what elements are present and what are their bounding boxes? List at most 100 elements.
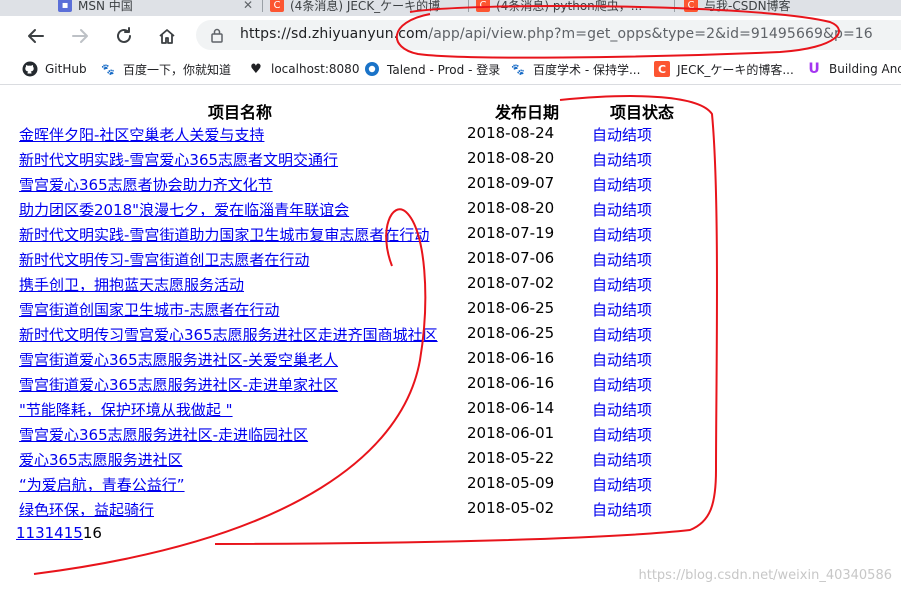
publish-date: 2018-08-20 xyxy=(467,199,555,217)
project-status-link[interactable]: 自动结项 xyxy=(592,174,652,195)
publish-date: 2018-06-25 xyxy=(467,324,555,342)
project-name-link[interactable]: 新时代文明传习-雪宫街道创卫志愿者在行动 xyxy=(19,249,309,270)
bookmarks-bar: GitHub 🐾 百度一下，你就知道 ♥ localhost:8080 Tale… xyxy=(0,54,901,85)
csdn-icon: C xyxy=(684,0,698,12)
header-project-status: 项目状态 xyxy=(610,103,675,122)
tab-csdn-1[interactable]: C (4条消息) JECK_ケーキ的博 xyxy=(270,0,460,16)
project-name-link[interactable]: 雪宫街道爱心365志愿服务进社区-走进单家社区 xyxy=(19,374,338,395)
page-link[interactable]: 14 xyxy=(45,524,64,542)
close-icon[interactable]: ✕ xyxy=(243,0,253,12)
bookmark-label: JECK_ケーキ的博客... xyxy=(677,62,794,77)
url-path: /app/api/view.php?m=get_opps&type=2&id=9… xyxy=(428,26,873,42)
forward-button[interactable] xyxy=(66,22,94,50)
url-text[interactable]: https://sd.zhiyuanyun.com/app/api/view.p… xyxy=(240,26,873,42)
url-host: https://sd.zhiyuanyun.com xyxy=(240,26,429,42)
tab-divider xyxy=(468,0,469,12)
bookmark-baidu[interactable]: 🐾 百度一下，你就知道 xyxy=(100,60,231,78)
baidu-paw-icon: 🐾 xyxy=(511,62,525,76)
udemy-icon: U xyxy=(808,61,820,77)
tab-divider xyxy=(674,0,675,12)
tab-msn[interactable]: ▪ MSN 中国 ✕ xyxy=(58,0,253,16)
table-row: 雪宫街道爱心365志愿服务进社区-走进单家社区 2018-06-16 自动结项 xyxy=(0,374,901,399)
table-row: 新时代文明传习-雪宫街道创卫志愿者在行动 2018-07-06 自动结项 xyxy=(0,249,901,274)
project-name-link[interactable]: 金晖伴夕阳-社区空巢老人关爱与支持 xyxy=(19,124,264,145)
bookmark-label: GitHub xyxy=(45,62,87,76)
project-status-link[interactable]: 自动结项 xyxy=(592,474,652,495)
bookmark-jeck-blog[interactable]: C JECK_ケーキ的博客... xyxy=(654,60,794,78)
back-button[interactable] xyxy=(22,22,50,50)
watermark: https://blog.csdn.net/weixin_40340586 xyxy=(638,568,892,583)
tab-title: MSN 中国 xyxy=(78,0,133,13)
reload-icon xyxy=(117,27,131,43)
bookmark-building-android[interactable]: U Building Andr xyxy=(806,60,901,78)
tab-csdn-3[interactable]: C 与我-CSDN博客 xyxy=(684,0,834,16)
project-status-link[interactable]: 自动结项 xyxy=(592,449,652,470)
project-name-link[interactable]: 新时代文明传习雪宫爱心365志愿服务进社区走进齐国商城社区 xyxy=(19,324,438,345)
talend-icon xyxy=(364,61,380,77)
csdn-icon: C xyxy=(654,61,670,77)
publish-date: 2018-07-06 xyxy=(467,249,555,267)
table-row: 雪宫街道爱心365志愿服务进社区-关爱空巢老人 2018-06-16 自动结项 xyxy=(0,349,901,374)
project-name-link[interactable]: 新时代文明实践-雪宫街道助力国家卫生城市复审志愿者在行动 xyxy=(19,224,429,245)
project-status-link[interactable]: 自动结项 xyxy=(592,249,652,270)
project-status-link[interactable]: 自动结项 xyxy=(592,349,652,370)
project-name-link[interactable]: 绿色环保，益起骑行 xyxy=(19,499,154,520)
bookmark-label: Building Andr xyxy=(829,62,901,76)
project-name-link[interactable]: 雪宫街道创国家卫生城市-志愿者在行动 xyxy=(19,299,279,320)
bookmark-baidu-xueshu[interactable]: 🐾 百度学术 - 保持学... xyxy=(510,60,640,78)
publish-date: 2018-06-01 xyxy=(467,424,555,442)
project-status-link[interactable]: 自动结项 xyxy=(592,374,652,395)
tab-csdn-2[interactable]: C (4条消息) python爬虫，... xyxy=(476,0,666,16)
project-status-link[interactable]: 自动结项 xyxy=(592,149,652,170)
bookmark-github[interactable]: GitHub xyxy=(22,60,87,78)
publish-date: 2018-07-02 xyxy=(467,274,555,292)
page-link[interactable]: 11 xyxy=(16,524,35,542)
project-status-link[interactable]: 自动结项 xyxy=(592,199,652,220)
project-status-link[interactable]: 自动结项 xyxy=(592,124,652,145)
table-row: 新时代文明实践-雪宫爱心365志愿者文明交通行 2018-08-20 自动结项 xyxy=(0,149,901,174)
project-name-link[interactable]: 携手创卫，拥抱蓝天志愿服务活动 xyxy=(19,274,244,295)
project-name-link[interactable]: 助力团区委2018"浪漫七夕，爱在临淄青年联谊会 xyxy=(19,199,349,220)
project-status-link[interactable]: 自动结项 xyxy=(592,424,652,445)
address-bar[interactable]: https://sd.zhiyuanyun.com/app/api/view.p… xyxy=(196,20,901,50)
project-name-link[interactable]: 雪宫街道爱心365志愿服务进社区-关爱空巢老人 xyxy=(19,349,338,370)
publish-date: 2018-06-25 xyxy=(467,299,555,317)
page-link[interactable]: 15 xyxy=(64,524,83,542)
project-name-link[interactable]: 雪宫爱心365志愿服务进社区-走进临园社区 xyxy=(19,424,308,445)
publish-date: 2018-09-07 xyxy=(467,174,555,192)
table-row: 雪宫爱心365志愿服务进社区-走进临园社区 2018-06-01 自动结项 xyxy=(0,424,901,449)
tab-title: (4条消息) JECK_ケーキ的博 xyxy=(290,0,441,13)
csdn-icon: C xyxy=(476,0,490,12)
home-button[interactable] xyxy=(153,22,181,50)
pagination: 113141516 xyxy=(16,524,102,542)
publish-date: 2018-06-16 xyxy=(467,349,555,367)
table-row: 雪宫街道创国家卫生城市-志愿者在行动 2018-06-25 自动结项 xyxy=(0,299,901,324)
tab-title: (4条消息) python爬虫，... xyxy=(496,0,643,13)
page-link[interactable]: 3 xyxy=(35,524,45,542)
project-name-link[interactable]: 爱心365志愿服务进社区 xyxy=(19,449,183,470)
project-status-link[interactable]: 自动结项 xyxy=(592,499,652,520)
bookmark-localhost[interactable]: ♥ localhost:8080 xyxy=(248,60,359,78)
msn-icon: ▪ xyxy=(58,0,72,12)
header-project-name: 项目名称 xyxy=(208,103,273,122)
table-row: 助力团区委2018"浪漫七夕，爱在临淄青年联谊会 2018-08-20 自动结项 xyxy=(0,199,901,224)
tab-divider xyxy=(262,0,263,12)
back-arrow-icon xyxy=(28,29,44,43)
table-row: 携手创卫，拥抱蓝天志愿服务活动 2018-07-02 自动结项 xyxy=(0,274,901,299)
project-status-link[interactable]: 自动结项 xyxy=(592,324,652,345)
project-status-link[interactable]: 自动结项 xyxy=(592,399,652,420)
bookmark-talend[interactable]: Talend - Prod - 登录 xyxy=(364,60,500,78)
publish-date: 2018-05-02 xyxy=(467,499,555,517)
project-name-link[interactable]: 雪宫爱心365志愿者协会助力齐文化节 xyxy=(19,174,273,195)
baidu-paw-icon: 🐾 xyxy=(101,62,115,76)
reload-button[interactable] xyxy=(110,22,138,50)
project-status-link[interactable]: 自动结项 xyxy=(592,224,652,245)
lock-icon xyxy=(211,28,223,43)
bookmark-label: Talend - Prod - 登录 xyxy=(387,62,501,77)
project-status-link[interactable]: 自动结项 xyxy=(592,299,652,320)
project-name-link[interactable]: "节能降耗，保护环境从我做起 " xyxy=(19,399,233,420)
project-name-link[interactable]: “为爱启航，青春公益行” xyxy=(19,474,185,495)
project-name-link[interactable]: 新时代文明实践-雪宫爱心365志愿者文明交通行 xyxy=(19,149,338,170)
forward-arrow-icon xyxy=(72,29,88,43)
project-status-link[interactable]: 自动结项 xyxy=(592,274,652,295)
